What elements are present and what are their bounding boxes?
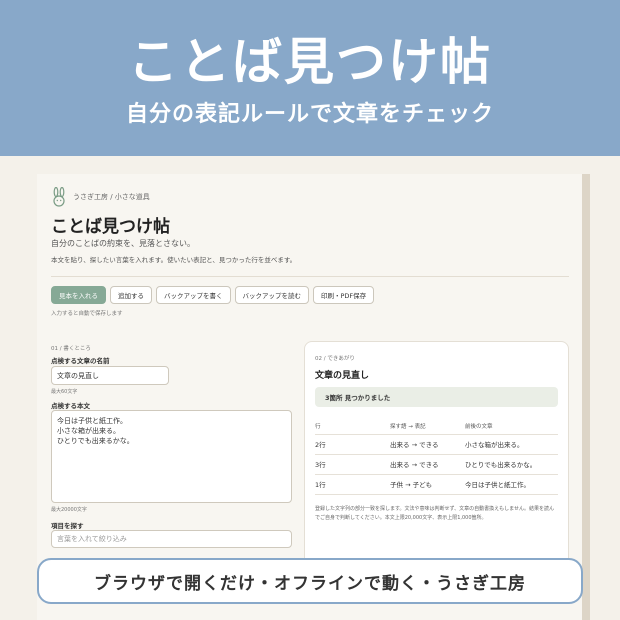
toolbar: 見本を入れる 追加する バックアップを書く バックアップを読む 印刷・PDF保存 xyxy=(51,286,375,304)
document-name-label: 点検する文章の名前 xyxy=(51,357,110,365)
autosave-note: 入力すると自動で保存します xyxy=(51,311,123,317)
table-row[interactable]: 2行 出来る → できる 小さな箱が出来る。 xyxy=(315,434,558,455)
table-row[interactable]: 3行 出来る → できる ひとりでも出来るかな。 xyxy=(315,454,558,475)
backup-read-button[interactable]: バックアップを読む xyxy=(234,286,309,304)
add-button[interactable]: 追加する xyxy=(110,286,152,304)
result-summary: 3箇所 見つかりました xyxy=(315,387,558,407)
table-row[interactable]: 1行 子供 → 子ども 今日は子供と紙工作。 xyxy=(315,474,558,495)
row-term: 子供 → 子ども xyxy=(390,474,465,495)
result-note: 登録した文字列の部分一致を探します。文法や意味は判断せず、文章の自動書換えもしま… xyxy=(315,506,555,521)
body-line: 今日は子供と紙工作。 xyxy=(57,417,127,425)
banner-subtitle: 自分の表記ルールで文章をチェック xyxy=(125,102,494,127)
result-table: 行 探す語 → 表記 前後の文章 2行 出来る → できる 小さな箱が出来る。 … xyxy=(315,418,558,495)
print-pdf-button[interactable]: 印刷・PDF保存 xyxy=(313,286,375,304)
page-description: 本文を貼り、探したい言葉を入れます。使いたい表記と、見つかった行を並べます。 xyxy=(51,256,297,264)
banner-title: ことば見つけ帖 xyxy=(128,33,492,91)
result-section-label: 02 / できあがり xyxy=(315,356,355,362)
body-line: 小さな箱が出来る。 xyxy=(57,427,120,435)
body-label: 点検する本文 xyxy=(51,402,90,410)
rabbit-icon xyxy=(53,187,65,207)
header-context: 前後の文章 xyxy=(465,418,558,435)
page-tagline: 自分のことばの約束を、見落とさない。 xyxy=(51,239,195,248)
body-textarea[interactable]: 今日は子供と紙工作。 小さな箱が出来る。 ひとりでも出来るかな。 xyxy=(51,410,292,503)
table-header-row: 行 探す語 → 表記 前後の文章 xyxy=(315,418,558,435)
body-line: ひとりでも出来るかな。 xyxy=(57,437,134,445)
brand[interactable]: うさぎ工房 / 小さな道具 xyxy=(51,186,150,208)
filter-placeholder: 言葉を入れて絞り込み xyxy=(57,535,127,543)
document-name-hint: 最大60文字 xyxy=(51,389,78,395)
insert-sample-button[interactable]: 見本を入れる xyxy=(51,286,106,304)
filter-label: 項目を探す xyxy=(51,522,84,530)
page-title: ことば見つけ帖 xyxy=(51,217,170,237)
document-name-input[interactable]: 文章の見直し xyxy=(51,366,169,385)
body-hint: 最大20000文字 xyxy=(51,507,87,513)
filter-input[interactable]: 言葉を入れて絞り込み xyxy=(51,530,292,548)
row-context: ひとりでも出来るかな。 xyxy=(465,454,558,475)
result-title: 文章の見直し xyxy=(315,371,370,381)
header-term: 探す語 → 表記 xyxy=(390,418,465,435)
row-term: 出来る → できる xyxy=(390,434,465,455)
row-line: 2行 xyxy=(315,434,390,455)
row-line: 3行 xyxy=(315,454,390,475)
row-term: 出来る → できる xyxy=(390,454,465,475)
result-card: 02 / できあがり 文章の見直し 3箇所 見つかりました 行 探す語 → 表記… xyxy=(304,341,569,573)
app-window: うさぎ工房 / 小さな道具 ことば見つけ帖 自分のことばの約束を、見落とさない。… xyxy=(37,174,582,620)
header-line: 行 xyxy=(315,418,390,435)
backup-write-button[interactable]: バックアップを書く xyxy=(156,286,231,304)
divider xyxy=(51,276,569,277)
row-context: 今日は子供と紙工作。 xyxy=(465,474,558,495)
footer-badge: ブラウザで開くだけ・オフラインで動く・うさぎ工房 xyxy=(37,558,583,604)
brand-text: うさぎ工房 / 小さな道具 xyxy=(73,193,150,201)
input-section-label: 01 / 書くところ xyxy=(51,346,91,352)
row-context: 小さな箱が出来る。 xyxy=(465,434,558,455)
window-shadow xyxy=(582,174,590,620)
promo-banner: ことば見つけ帖 自分の表記ルールで文章をチェック xyxy=(0,0,620,156)
row-line: 1行 xyxy=(315,474,390,495)
